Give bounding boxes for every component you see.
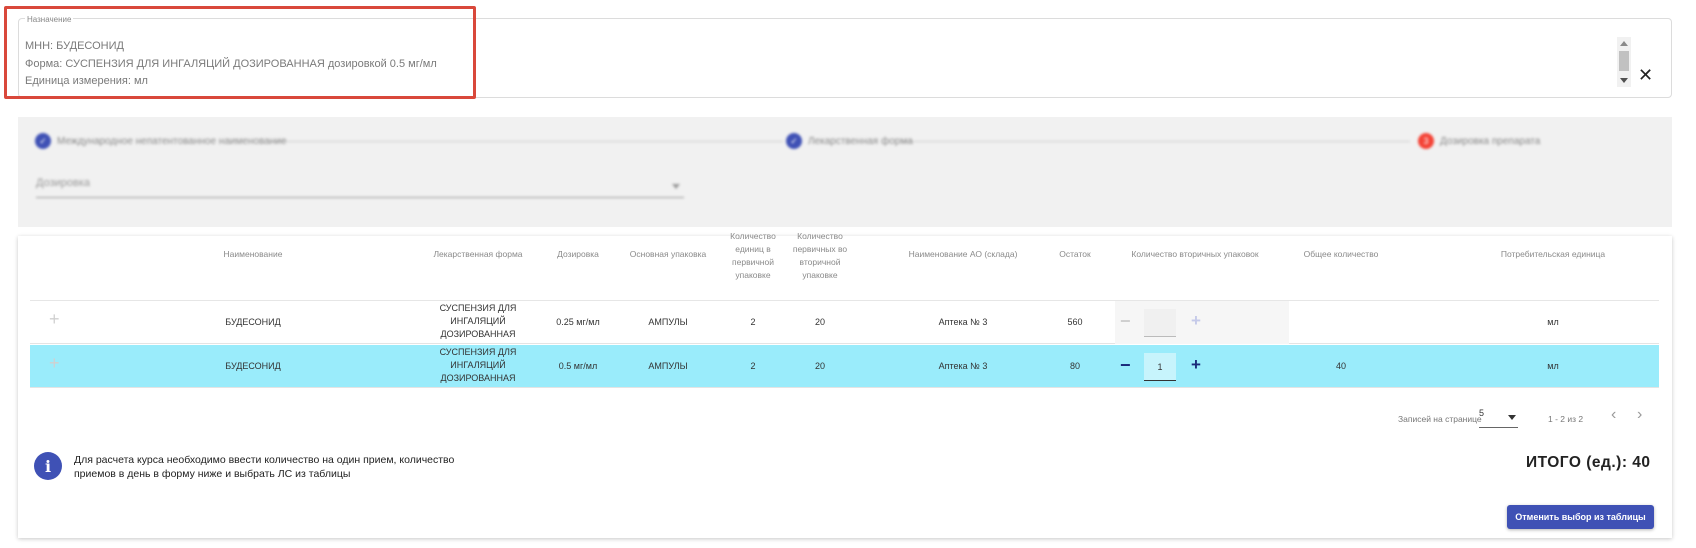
dosage-placeholder: Дозировка <box>36 177 91 189</box>
next-page-icon[interactable]: › <box>1637 406 1642 424</box>
header-total-qty: Общее количество <box>1303 249 1379 259</box>
qty-stepper-disabled: − + <box>1115 301 1289 344</box>
stepper-panel: ✓ Международное непатентованное наименов… <box>18 117 1672 227</box>
scroll-up-arrow-icon[interactable] <box>1620 41 1628 46</box>
add-row-icon[interactable]: + <box>49 353 60 374</box>
cell-name: БУДЕСОНИД <box>225 361 281 371</box>
header-form: Лекарственная форма <box>433 249 523 259</box>
assignment-scrollbar[interactable] <box>1617 37 1631 87</box>
cell-units-in-primary: 2 <box>750 361 756 371</box>
chevron-down-icon <box>672 184 680 189</box>
plus-icon[interactable]: + <box>1191 355 1201 375</box>
step-label: Дозировка препарата <box>1440 135 1541 147</box>
step-connector <box>268 141 783 142</box>
total-label: ИТОГО (ед.): 40 <box>1526 454 1651 471</box>
header-stock: Остаток <box>1059 249 1091 259</box>
qty-input[interactable] <box>1144 309 1176 337</box>
cell-primary-in-secondary: 20 <box>814 317 825 327</box>
plus-icon[interactable]: + <box>1191 311 1201 331</box>
cell-package: АМПУЛЫ <box>648 361 688 371</box>
header-consumer-unit: Потребительская единица <box>1500 249 1606 259</box>
rows-per-page-select[interactable]: 5 <box>1479 408 1518 428</box>
header-secondary-qty: Количество вторичных упаковок <box>1131 249 1259 259</box>
cell-total: 40 <box>1335 361 1346 371</box>
cell-stock: 560 <box>1067 317 1083 327</box>
header-package: Основная упаковка <box>629 249 707 259</box>
check-icon: ✓ <box>35 133 51 149</box>
drug-table-card: Наименование Лекарственная форма Дозиров… <box>18 231 1672 538</box>
table-row[interactable]: + БУДЕСОНИД СУСПЕНЗИЯ ДЛЯ ИНГАЛЯЦИЙ ДОЗИ… <box>30 301 1659 344</box>
header-units-in-primary: Количество единиц в первичной упаковке <box>730 231 776 280</box>
cell-unit: мл <box>1547 361 1559 371</box>
check-icon: ✓ <box>786 133 802 149</box>
step-connector <box>902 141 1410 142</box>
step-form[interactable]: ✓ Лекарственная форма <box>786 133 913 149</box>
cell-dosage: 0.25 мг/мл <box>556 317 600 327</box>
qty-input[interactable]: 1 <box>1144 353 1176 381</box>
cell-stock: 80 <box>1069 361 1080 371</box>
prev-page-icon[interactable]: ‹ <box>1611 406 1616 424</box>
pagination-range: 1 - 2 из 2 <box>1548 414 1584 424</box>
header-primary-in-secondary: Количество первичных во вторичной упаков… <box>792 231 848 280</box>
step-dosage[interactable]: 3 Дозировка препарата <box>1418 133 1540 149</box>
minus-icon[interactable]: − <box>1120 355 1131 376</box>
cell-name: БУДЕСОНИД <box>225 317 281 327</box>
header-dosage: Дозировка <box>557 249 599 259</box>
cell-warehouse: Аптека № 3 <box>938 361 988 371</box>
cell-units-in-primary: 2 <box>750 317 756 327</box>
chevron-down-icon <box>1508 415 1516 420</box>
minus-icon[interactable]: − <box>1120 311 1131 332</box>
scroll-down-arrow-icon[interactable] <box>1620 78 1628 83</box>
cell-package: АМПУЛЫ <box>648 317 688 327</box>
cell-dosage: 0.5 мг/мл <box>558 361 598 371</box>
dosage-select[interactable]: Дозировка <box>36 177 684 198</box>
close-icon[interactable]: ✕ <box>1638 66 1653 84</box>
cancel-selection-button[interactable]: Отменить выбор из таблицы <box>1507 505 1654 529</box>
header-name: Наименование <box>223 249 283 259</box>
cell-form: СУСПЕНЗИЯ ДЛЯ ИНГАЛЯЦИЙ ДОЗИРОВАННАЯ <box>439 303 517 339</box>
cell-warehouse: Аптека № 3 <box>938 317 988 327</box>
cell-primary-in-secondary: 20 <box>814 361 825 371</box>
step-number: 3 <box>1418 133 1434 149</box>
info-text: Для расчета курса необходимо ввести коли… <box>74 454 455 480</box>
rows-per-page-label: Записей на странице <box>1398 414 1482 424</box>
header-warehouse: Наименование АО (склада) <box>908 249 1018 259</box>
rows-per-page-value: 5 <box>1479 408 1485 418</box>
step-inn[interactable]: ✓ Международное непатентованное наименов… <box>35 133 286 149</box>
cell-form: СУСПЕНЗИЯ ДЛЯ ИНГАЛЯЦИЙ ДОЗИРОВАННАЯ <box>439 347 517 383</box>
add-row-icon[interactable]: + <box>49 309 60 330</box>
scroll-thumb[interactable] <box>1619 51 1629 71</box>
assignment-highlight-frame <box>4 6 476 99</box>
step-label: Лекарственная форма <box>808 135 913 147</box>
table-row-selected[interactable]: + БУДЕСОНИД СУСПЕНЗИЯ ДЛЯ ИНГАЛЯЦИЙ ДОЗИ… <box>30 345 1659 388</box>
info-icon: i <box>34 452 62 480</box>
step-label: Международное непатентованное наименован… <box>57 135 287 147</box>
cell-unit: мл <box>1547 317 1559 327</box>
